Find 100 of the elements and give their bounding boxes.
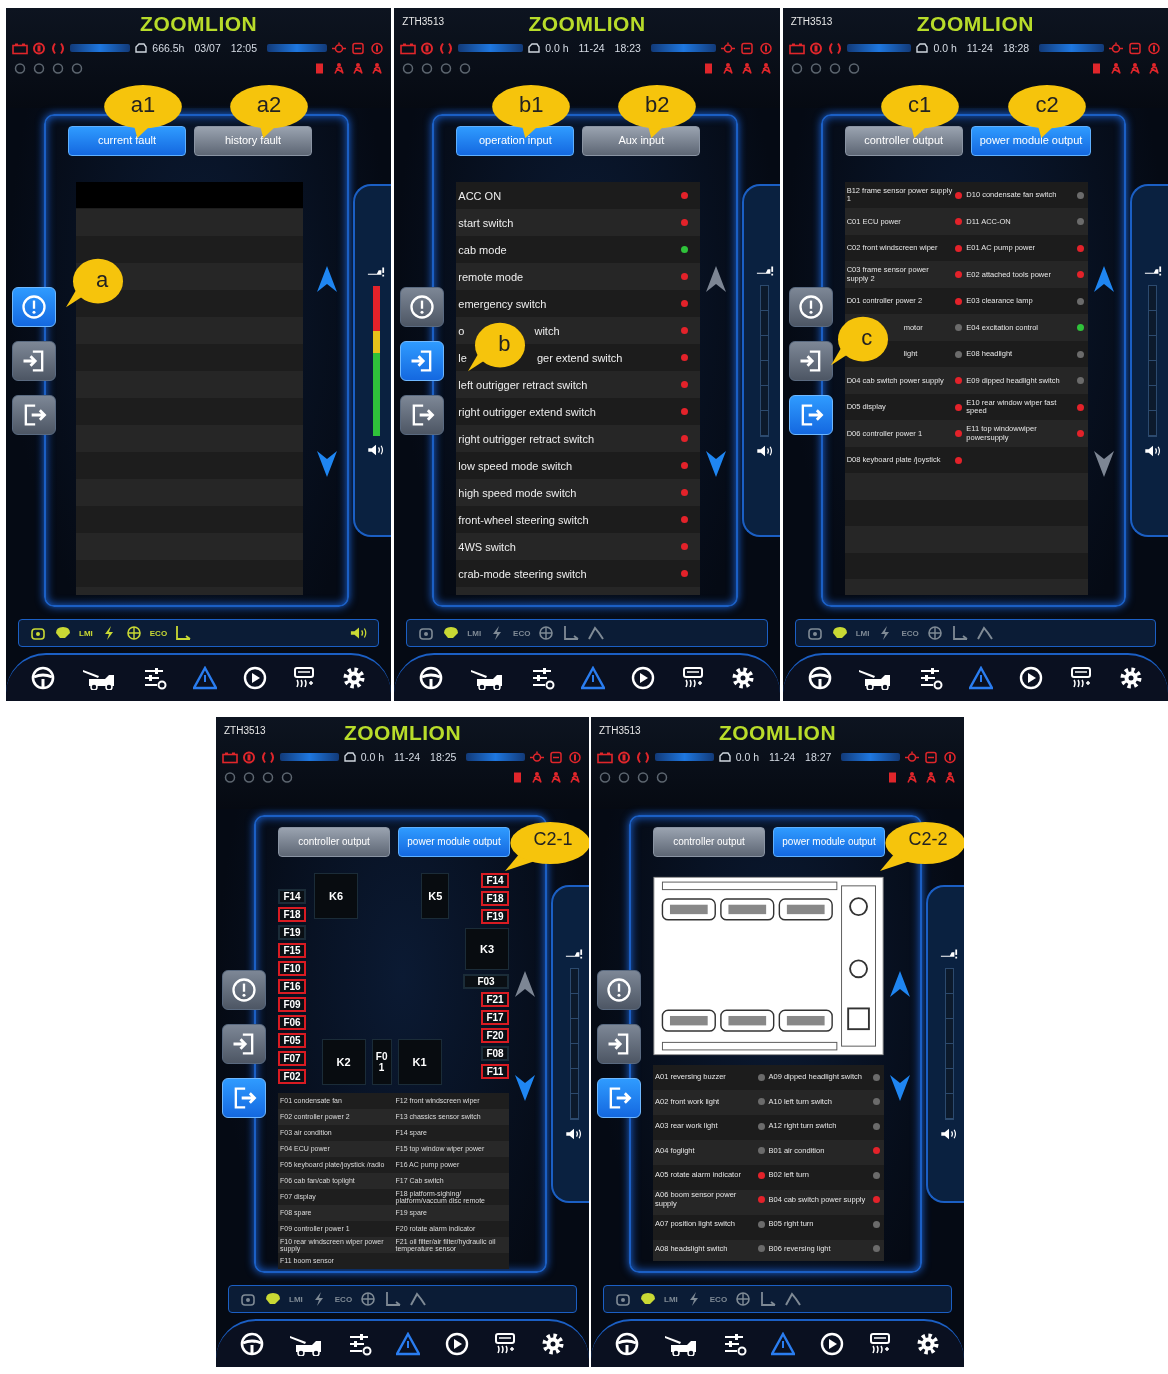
fuse-label: F21: [481, 992, 509, 1007]
speaker-icon: [755, 444, 774, 457]
steering-wheel-icon[interactable]: [419, 666, 444, 690]
signal-label: right outrigger extend switch: [458, 405, 596, 418]
heater-icon[interactable]: [492, 1332, 517, 1356]
brand-logo: ZOOMLION: [916, 12, 1034, 36]
play-icon[interactable]: [1019, 666, 1044, 690]
warning-icon[interactable]: [396, 1332, 421, 1356]
up-arrow-icon[interactable]: [515, 971, 535, 997]
sliders-icon[interactable]: [348, 1332, 373, 1356]
tab[interactable]: history fault: [194, 126, 312, 156]
steering-wheel-icon[interactable]: [240, 1332, 265, 1356]
signal-label: 4WS switch: [458, 540, 516, 553]
speaker-icon: [565, 1128, 583, 1140]
sidebar-button[interactable]: [222, 970, 266, 1010]
heater-icon[interactable]: [1069, 666, 1094, 690]
signal-label: emergency switch: [458, 297, 547, 310]
up-arrow-icon[interactable]: [705, 266, 726, 292]
indicator-lamp-icon: [279, 770, 295, 784]
relay-block: K1: [397, 1039, 442, 1085]
sidebar-button[interactable]: [12, 286, 56, 327]
speaker-icon[interactable]: [350, 625, 369, 641]
signal-label: ACC ON: [458, 189, 502, 202]
sidebar-button[interactable]: [400, 340, 445, 381]
warning-icon[interactable]: [969, 666, 994, 690]
sliders-icon[interactable]: [142, 666, 167, 690]
sidebar-button[interactable]: [788, 394, 833, 435]
sidebar-button[interactable]: [400, 394, 445, 435]
oil-warning-icon: [1146, 41, 1162, 55]
sidebar-button[interactable]: [222, 1024, 266, 1064]
indicator-lamp-icon: [222, 770, 238, 784]
up-arrow-icon[interactable]: [317, 266, 338, 292]
parking-brake-icon: [616, 750, 632, 764]
up-arrow-icon[interactable]: [1094, 266, 1114, 292]
alert-icon: [20, 292, 48, 321]
fuse-label: F10: [278, 961, 306, 976]
parking-brake-icon: [241, 750, 257, 764]
hour-meter-icon: [717, 751, 732, 763]
play-icon[interactable]: [630, 666, 655, 690]
time-text: 18:25: [430, 751, 457, 763]
heater-icon[interactable]: [680, 666, 705, 690]
device-id: ZTH3513: [224, 725, 266, 736]
header-stripe: [280, 753, 339, 761]
oil-warning-icon: [567, 750, 583, 764]
down-arrow-icon[interactable]: [705, 451, 726, 477]
sliders-icon[interactable]: [531, 666, 556, 690]
signal-label: high speed mode switch: [458, 486, 577, 499]
signal-label: o: [458, 324, 465, 337]
relay-block: K5: [421, 873, 450, 919]
sidebar-button[interactable]: [12, 394, 56, 435]
fuse-label: F14: [278, 889, 306, 904]
sidebar-button[interactable]: [788, 286, 833, 327]
settings-icon[interactable]: [540, 1332, 565, 1356]
down-arrow-icon[interactable]: [1094, 451, 1114, 477]
sliders-icon[interactable]: [723, 1332, 748, 1356]
tab[interactable]: Aux input: [582, 126, 701, 156]
warning-icon[interactable]: [771, 1332, 796, 1356]
settings-icon[interactable]: [730, 666, 755, 690]
tab[interactable]: current fault: [68, 126, 186, 156]
brake-warning-icon: [260, 750, 276, 764]
play-icon[interactable]: [819, 1332, 844, 1356]
signal-label: witch: [534, 324, 560, 337]
warning-icon[interactable]: [192, 666, 217, 690]
sidebar-button[interactable]: [12, 340, 56, 381]
sidebar-button[interactable]: [597, 1024, 641, 1064]
settings-icon[interactable]: [342, 666, 367, 690]
sidebar-button[interactable]: [400, 286, 445, 327]
down-arrow-icon[interactable]: [890, 1075, 910, 1101]
heater-icon[interactable]: [292, 666, 317, 690]
sidebar-button[interactable]: [597, 970, 641, 1010]
down-arrow-icon[interactable]: [317, 451, 338, 477]
tab[interactable]: power module output: [970, 126, 1092, 156]
sidebar-button[interactable]: [788, 340, 833, 381]
settings-icon[interactable]: [915, 1332, 940, 1356]
fuse-label: F19: [278, 925, 306, 940]
signal-label: crab-mode steering switch: [458, 567, 587, 580]
up-arrow-icon[interactable]: [890, 971, 910, 997]
warning-icon[interactable]: [580, 666, 605, 690]
settings-icon[interactable]: [1118, 666, 1143, 690]
indicator-lamp-icon: [69, 61, 85, 75]
crane-alert-icon: [565, 948, 583, 960]
heater-icon[interactable]: [867, 1332, 892, 1356]
battery-warning-icon: [400, 41, 417, 55]
tab[interactable]: power module output: [398, 827, 510, 857]
fuse-label: F08: [481, 1046, 509, 1061]
engine-warning-icon: [904, 750, 920, 764]
steering-wheel-icon[interactable]: [807, 666, 832, 690]
down-arrow-icon[interactable]: [515, 1075, 535, 1101]
tab[interactable]: controller output: [653, 827, 765, 857]
sliders-icon[interactable]: [919, 666, 944, 690]
tab[interactable]: controller output: [278, 827, 390, 857]
play-icon[interactable]: [242, 666, 267, 690]
fuse-label: F14: [481, 873, 509, 888]
tab[interactable]: controller output: [844, 126, 963, 156]
fuse-label: F01: [371, 1039, 392, 1085]
steering-wheel-icon[interactable]: [30, 666, 55, 690]
steering-wheel-icon[interactable]: [615, 1332, 640, 1356]
tab[interactable]: power module output: [773, 827, 885, 857]
play-icon[interactable]: [444, 1332, 469, 1356]
tab[interactable]: operation input: [456, 126, 575, 156]
